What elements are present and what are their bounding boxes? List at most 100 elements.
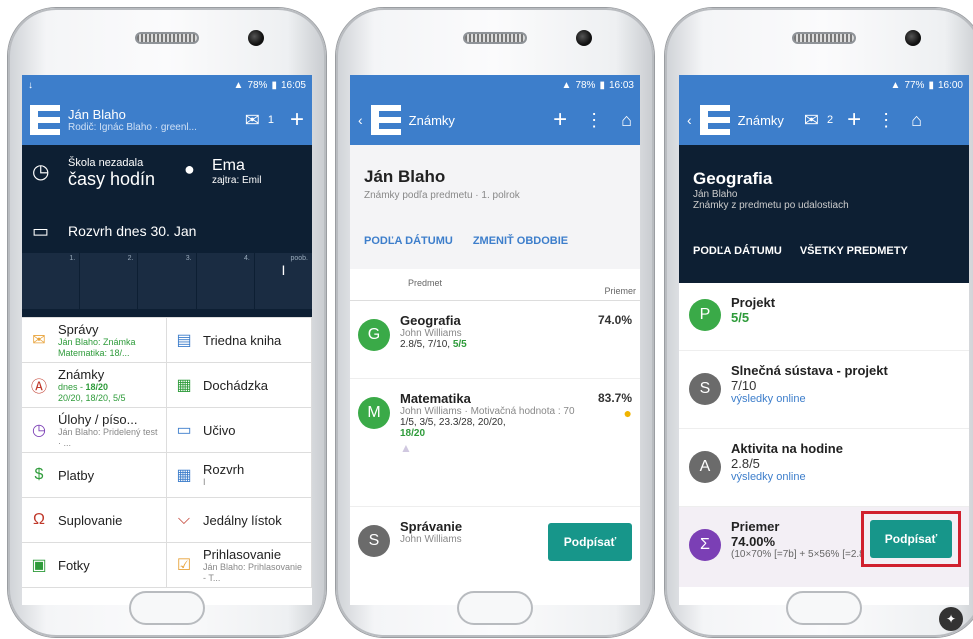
home-button[interactable]: [457, 591, 533, 625]
tile-suplovanie[interactable]: Ω Suplovanie: [22, 498, 167, 543]
school-line2: časy hodín: [68, 169, 156, 189]
tile-ulohy[interactable]: ◷ Úlohy / píso... Ján Blaho: Pridelený tes…: [22, 408, 167, 453]
grades: 1/5, 3/5, 23.3/28, 20/20,: [400, 417, 506, 428]
sign-button[interactable]: Podpísať: [548, 523, 632, 561]
school-times[interactable]: Škola nezadala časy hodín: [68, 157, 155, 190]
edupage-logo-icon[interactable]: [30, 105, 60, 135]
subject-name: Správanie: [400, 519, 463, 534]
tile-dochadzka[interactable]: ▦ Dochádzka: [167, 363, 312, 408]
edupage-logo-icon[interactable]: [699, 105, 730, 135]
avatar: S: [689, 373, 721, 405]
clock: 16:00: [937, 79, 963, 91]
page-title: Známky: [408, 112, 455, 128]
status-bar: ▲ 77% ▮ 16:00: [679, 75, 969, 95]
tile-spravy[interactable]: ✉ Správy Ján Blaho: Známka Matematika: 18/…: [22, 318, 167, 363]
speaker: [135, 32, 199, 44]
grade-row-aktivita[interactable]: A Aktivita na hodine 2.8/5 výsledky online: [679, 429, 969, 507]
camera: [905, 30, 921, 46]
tile-fotky[interactable]: ▣ Fotky: [22, 543, 167, 588]
tile-sub2: 20/20, 18/20, 5/5: [58, 392, 126, 403]
screen: ↓ ▲ 78% ▮ 16:05 Ján Blaho Rodič: Ignác B…: [22, 75, 312, 605]
calendar-icon: ▭: [32, 221, 50, 241]
clock: 16:03: [608, 79, 634, 91]
mail-icon[interactable]: ✉: [245, 111, 260, 129]
student-name: Ján Blaho: [364, 167, 446, 186]
phone-dashboard: ↓ ▲ 78% ▮ 16:05 Ján Blaho Rodič: Ignác B…: [8, 8, 326, 637]
back-icon[interactable]: ‹: [358, 112, 363, 128]
child-sub: zajtra: Emil: [212, 175, 262, 186]
home-button[interactable]: [129, 591, 205, 625]
student-name: Ján Blaho: [693, 189, 738, 200]
tab-change-period[interactable]: ZMENIŤ OBDOBIE: [473, 235, 568, 247]
grade-row-slnecna-sustava[interactable]: S Slnečná sústava - projekt 7/10 výsledky …: [679, 351, 969, 429]
event-name: Aktivita na hodine: [731, 441, 843, 456]
avatar: A: [689, 451, 721, 483]
tile-label: Jedálny lístok: [203, 512, 282, 528]
battery-level: 77%: [904, 79, 925, 91]
tab-by-date[interactable]: PODĽA DÁTUMU: [693, 245, 782, 257]
tile-sub: Ján Blaho: Prihlasovanie - T...: [203, 561, 303, 583]
attendance-icon: ▦: [176, 377, 192, 394]
tile-sub: Ján Blaho: Pridelený test · ...: [58, 426, 158, 448]
tab-bar: PODĽA DÁTUMU ZMENIŤ OBDOBIE: [350, 213, 640, 269]
tile-jedalny-listok[interactable]: ⌵ Jedálny lístok: [167, 498, 312, 543]
tile-rozvrh[interactable]: ▦ Rozvrh I: [167, 453, 312, 498]
more-icon[interactable]: ⋮: [877, 111, 895, 129]
period-afternoon: poob. I: [255, 253, 312, 309]
status-bar: ▲ 78% ▮ 16:03: [350, 75, 640, 95]
magic-wand-icon[interactable]: ✦: [939, 607, 963, 631]
sign-button[interactable]: Podpísať: [870, 520, 952, 558]
plus-icon[interactable]: +: [553, 108, 567, 132]
schedule-title[interactable]: Rozvrh dnes 30. Jan: [68, 223, 196, 239]
plus-icon[interactable]: +: [290, 108, 304, 132]
tile-ucivo[interactable]: ▭ Učivo: [167, 408, 312, 453]
status-bar: ↓ ▲ 78% ▮ 16:05: [22, 75, 312, 95]
user-name: Ján Blaho: [68, 107, 126, 122]
app-header: ‹ Známky ✉ 2 + ⋮ ⌂: [679, 95, 969, 145]
latest-grade: 5/5: [452, 339, 467, 350]
subject-row-geografia[interactable]: G Geografia John Williams 2.8/5, 7/10, 5…: [350, 301, 640, 379]
smiley-icon: ●: [623, 405, 632, 421]
back-icon[interactable]: ‹: [687, 112, 692, 128]
battery-level: 78%: [247, 79, 268, 91]
tile-triedna-kniha[interactable]: ▤ Triedna kniha: [167, 318, 312, 363]
home-icon[interactable]: ⌂: [911, 111, 922, 129]
tile-sub-bold: 18/20: [85, 381, 109, 392]
subject-row-matematika[interactable]: M Matematika John Williams · Motivačná h…: [350, 379, 640, 507]
grade-icon: Ⓐ: [30, 379, 47, 396]
more-icon[interactable]: ⋮: [585, 111, 603, 129]
event-name: Projekt: [731, 295, 776, 310]
subject-row-spravanie[interactable]: S Správanie John Williams Podpísať: [350, 507, 640, 587]
home-button[interactable]: [786, 591, 862, 625]
book-icon: ▤: [176, 332, 192, 349]
col-average: Priemer: [604, 286, 636, 296]
mail-icon[interactable]: ✉: [804, 111, 819, 129]
tab-all-subjects[interactable]: VŠETKY PREDMETY: [800, 245, 908, 257]
tile-platby[interactable]: $ Platby: [22, 453, 167, 498]
grade-row-projekt[interactable]: P Projekt 5/5: [679, 283, 969, 351]
app-header: Ján Blaho Rodič: Ignác Blaho · greenl...…: [22, 95, 312, 145]
user-info[interactable]: Ján Blaho Rodič: Ignác Blaho · greenl...: [68, 107, 237, 133]
average-row: Σ Priemer 74.00% (10×70% [=7b] + 5×56% […: [679, 507, 969, 587]
envelope-icon: ✉: [32, 332, 46, 349]
tile-label: Prihlasovanie: [203, 546, 282, 562]
period-strip[interactable]: 1. 2. 3. 4. poob. I: [22, 253, 312, 309]
tile-label: Triedna kniha: [203, 332, 282, 348]
tile-znamky[interactable]: Ⓐ Známky dnes - 18/20 20/20, 18/20, 5/5: [22, 363, 167, 408]
tab-by-date[interactable]: PODĽA DÁTUMU: [364, 235, 453, 247]
home-icon[interactable]: ⌂: [621, 111, 632, 129]
child-info[interactable]: Ema zajtra: Emil: [212, 157, 261, 186]
latest-grade: 18/20: [400, 428, 426, 439]
avatar: M: [358, 397, 390, 429]
period-1: 1.: [22, 253, 81, 309]
person-icon: ●: [184, 159, 195, 179]
results-online-link[interactable]: výsledky online: [731, 393, 888, 405]
results-online-link[interactable]: výsledky online: [731, 471, 843, 483]
period-mark: I: [281, 262, 286, 278]
plus-icon[interactable]: +: [847, 108, 861, 132]
tile-prihlasovanie[interactable]: ☑ Prihlasovanie Ján Blaho: Prihlasovanie -…: [167, 543, 312, 588]
grades: 2.8/5, 7/10,: [400, 339, 453, 350]
avatar: P: [689, 299, 721, 331]
camera: [576, 30, 592, 46]
edupage-logo-icon[interactable]: [370, 105, 401, 135]
